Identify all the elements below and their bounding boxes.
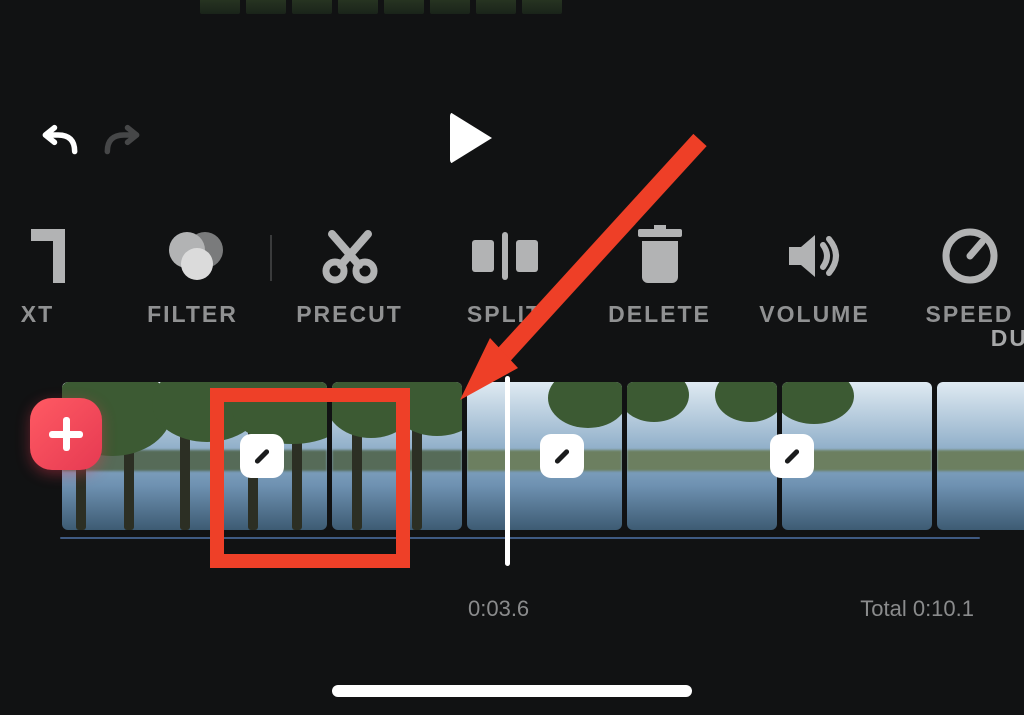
- total-time-label: Total 0:10.1: [860, 596, 974, 622]
- tool-precut[interactable]: PRECUT: [272, 225, 427, 365]
- trash-icon: [638, 229, 682, 283]
- transition-handle-icon: [784, 448, 800, 464]
- clip-4[interactable]: [627, 382, 777, 530]
- tool-label: SPLIT: [467, 301, 542, 328]
- tool-label: DELETE: [608, 301, 711, 328]
- play-button[interactable]: [450, 112, 492, 164]
- tool-filter[interactable]: FILTER: [115, 225, 270, 365]
- timeline[interactable]: [0, 382, 1024, 552]
- add-clip-button[interactable]: [30, 398, 102, 470]
- clip-6[interactable]: [937, 382, 1024, 530]
- tool-label: FILTER: [147, 301, 238, 328]
- transition-box-2[interactable]: [540, 434, 584, 478]
- scissors-icon: [322, 228, 378, 284]
- current-time-label: 0:03.6: [468, 596, 529, 622]
- redo-button[interactable]: [100, 124, 144, 173]
- video-editor-screen: { "playback": { "current_time_label": "0…: [0, 0, 1024, 715]
- transition-box-3[interactable]: [770, 434, 814, 478]
- undo-button[interactable]: [38, 124, 82, 173]
- timeline-ruler: [60, 537, 980, 539]
- text-icon: [11, 229, 65, 283]
- redo-icon: [100, 124, 144, 168]
- tool-label: VOLUME: [759, 301, 869, 328]
- tool-split[interactable]: SPLIT: [427, 225, 582, 365]
- split-icon: [472, 232, 538, 280]
- preview-strip: [0, 0, 1024, 14]
- undo-icon: [38, 124, 82, 168]
- filter-icon: [165, 228, 221, 284]
- transition-handle-icon: [554, 448, 570, 464]
- tool-text[interactable]: XT: [0, 225, 115, 365]
- edit-toolbar: XT FILTER PRECUT SPLIT DELETE VOLUME: [0, 225, 1024, 375]
- tool-delete[interactable]: DELETE: [582, 225, 737, 365]
- transport-row: [0, 120, 1024, 180]
- speedometer-icon: [940, 226, 1000, 286]
- annotation-highlight-box: [210, 388, 410, 568]
- tool-duplicate-partial[interactable]: DU: [991, 325, 1024, 352]
- volume-icon: [785, 231, 845, 281]
- playhead[interactable]: [505, 376, 510, 566]
- tool-label: XT: [21, 301, 54, 328]
- tool-volume[interactable]: VOLUME: [737, 225, 892, 365]
- tool-label: PRECUT: [296, 301, 403, 328]
- home-indicator: [332, 685, 692, 697]
- tool-label: SPEED: [926, 301, 1014, 328]
